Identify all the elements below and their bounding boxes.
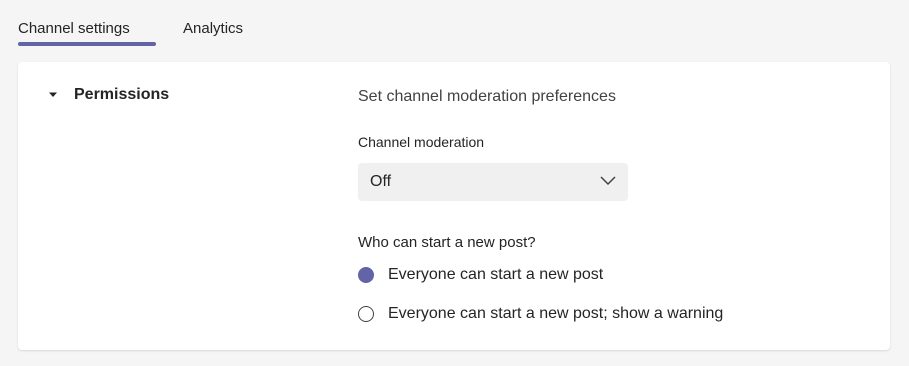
- radio-option-everyone[interactable]: Everyone can start a new post: [358, 266, 603, 284]
- active-tab-indicator: [18, 42, 156, 46]
- radio-option-label: Everyone can start a new post; show a wa…: [388, 305, 724, 322]
- tab-analytics[interactable]: Analytics: [183, 20, 243, 37]
- permissions-panel: Permissions Set channel moderation prefe…: [18, 62, 890, 350]
- permissions-section-header[interactable]: Permissions: [44, 86, 169, 104]
- radio-option-everyone-warning[interactable]: Everyone can start a new post; show a wa…: [358, 305, 723, 323]
- permissions-description: Set channel moderation preferences: [358, 88, 616, 105]
- channel-moderation-label: Channel moderation: [358, 134, 485, 150]
- chevron-down-icon[interactable]: [44, 86, 62, 104]
- channel-moderation-value: Off: [370, 173, 392, 190]
- radio-option-label: Everyone can start a new post: [388, 266, 604, 283]
- chevron-down-icon: [600, 173, 616, 191]
- radio-unchecked-icon[interactable]: [358, 306, 374, 322]
- section-title: Permissions: [74, 86, 170, 103]
- who-can-post-question: Who can start a new post?: [358, 234, 536, 251]
- tab-bar: Channel settings Analytics: [0, 0, 909, 46]
- permissions-description-wrap: Set channel moderation preferences: [358, 88, 878, 106]
- radio-checked-icon[interactable]: [358, 267, 374, 283]
- tab-channel-settings[interactable]: Channel settings: [18, 20, 130, 37]
- channel-moderation-dropdown[interactable]: Off: [358, 163, 628, 201]
